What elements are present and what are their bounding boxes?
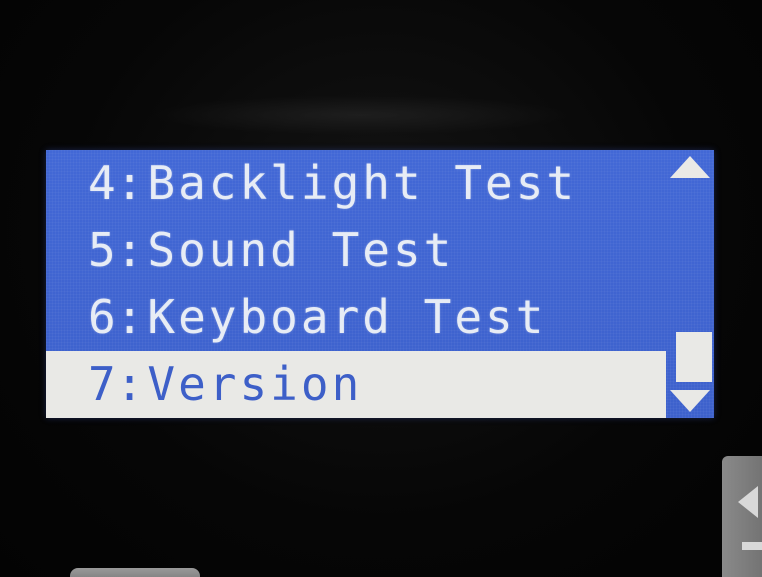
menu-item-number: 4 bbox=[88, 156, 116, 210]
menu-list: 4:Backlight Test 5:Sound Test 6:Keyboard… bbox=[46, 150, 666, 418]
menu-item-separator: : bbox=[115, 290, 144, 344]
menu-item-backlight-test[interactable]: 4:Backlight Test bbox=[46, 150, 666, 217]
triangle-down-icon[interactable] bbox=[666, 386, 714, 418]
menu-item-label: Backlight Test bbox=[147, 156, 578, 210]
menu-item-separator: : bbox=[115, 156, 144, 210]
menu-item-sound-test[interactable]: 5:Sound Test bbox=[46, 217, 666, 284]
menu-item-label: Sound Test bbox=[147, 223, 455, 277]
triangle-up-icon[interactable] bbox=[666, 150, 714, 186]
key-bar-icon bbox=[742, 542, 762, 550]
left-arrow-icon bbox=[738, 486, 758, 518]
bezel-reflection bbox=[150, 95, 570, 135]
bottom-hardware-button[interactable] bbox=[70, 568, 200, 577]
lcd-screen: 4:Backlight Test 5:Sound Test 6:Keyboard… bbox=[46, 150, 714, 418]
menu-item-keyboard-test[interactable]: 6:Keyboard Test bbox=[46, 284, 666, 351]
menu-item-number: 5 bbox=[88, 223, 116, 277]
menu-item-separator: : bbox=[115, 223, 144, 277]
menu-item-label: Keyboard Test bbox=[147, 290, 547, 344]
scrollbar[interactable] bbox=[666, 150, 714, 418]
back-hardware-button[interactable] bbox=[722, 456, 762, 577]
scrollbar-thumb[interactable] bbox=[676, 332, 712, 382]
menu-item-version[interactable]: 7:Version bbox=[46, 351, 666, 418]
menu-item-number: 6 bbox=[88, 290, 116, 344]
menu-item-label: Version bbox=[147, 357, 363, 411]
menu-item-number: 7 bbox=[88, 357, 116, 411]
menu-item-separator: : bbox=[115, 357, 144, 411]
